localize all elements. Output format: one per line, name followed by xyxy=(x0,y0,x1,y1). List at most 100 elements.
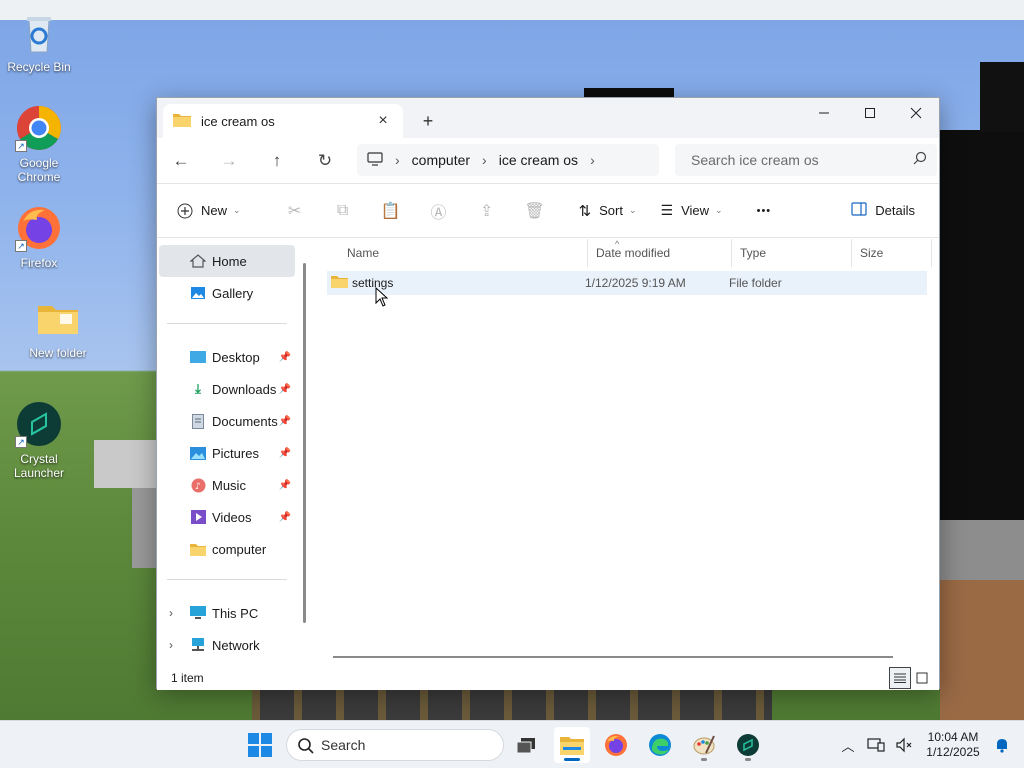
clock[interactable]: 10:04 AM 1/12/2025 xyxy=(918,730,988,760)
search-icon xyxy=(913,151,927,168)
view-label: View xyxy=(681,203,710,218)
breadcrumb[interactable]: › computer › ice cream os › xyxy=(357,144,659,176)
taskbar-paint[interactable] xyxy=(686,727,722,763)
copy-button[interactable]: ⧉ xyxy=(319,194,367,228)
paste-button[interactable]: 📋 xyxy=(367,194,415,228)
pin-icon: 📌 xyxy=(278,479,291,491)
forward-button[interactable]: → xyxy=(205,141,253,181)
shortcut-arrow-icon: ↗ xyxy=(15,240,27,252)
up-button[interactable]: ↑ xyxy=(253,141,301,181)
show-hidden-icons-button[interactable]: ︿ xyxy=(834,731,862,759)
plus-circle-icon xyxy=(177,203,193,218)
taskbar-search[interactable]: Search xyxy=(286,729,504,761)
sidebar-item-documents[interactable]: Documents 📌 xyxy=(159,405,295,437)
item-count: 1 item xyxy=(171,671,204,685)
desktop-icon-label: New folder xyxy=(29,346,87,360)
notifications-button[interactable] xyxy=(988,731,1016,759)
view-button[interactable]: ☰ View ⌄ xyxy=(651,194,733,228)
taskbar-edge[interactable] xyxy=(642,727,678,763)
details-label: Details xyxy=(875,203,915,218)
desktop-icon-recycle-bin[interactable]: Recycle Bin xyxy=(1,8,77,74)
desktop-icon-label: Recycle Bin xyxy=(7,60,71,74)
tiles-view-button[interactable] xyxy=(911,667,933,689)
details-pane-icon xyxy=(851,202,867,219)
new-tab-button[interactable]: + xyxy=(415,108,441,134)
mouse-cursor xyxy=(375,286,389,310)
tab-close-button[interactable]: × xyxy=(373,112,393,130)
music-icon: ♪ xyxy=(189,477,207,493)
taskbar-file-explorer[interactable] xyxy=(554,727,590,763)
paint-palette-icon xyxy=(693,735,715,755)
desktop-icon-crystal-launcher[interactable]: ↗ Crystal Launcher xyxy=(1,400,77,480)
column-header-name[interactable]: Name xyxy=(313,239,588,267)
sidebar-item-home[interactable]: Home xyxy=(159,245,295,277)
title-bar: ice cream os × + xyxy=(157,98,939,138)
delete-button[interactable]: 🗑 xyxy=(511,194,559,228)
maximize-button[interactable] xyxy=(847,98,893,128)
sidebar-item-downloads[interactable]: ⤓ Downloads 📌 xyxy=(159,373,295,405)
breadcrumb-item-computer[interactable]: computer xyxy=(412,152,470,168)
pin-icon: 📌 xyxy=(278,415,291,427)
back-button[interactable]: ← xyxy=(157,141,205,181)
firefox-icon: ↗ xyxy=(15,204,63,252)
sidebar-item-pictures[interactable]: Pictures 📌 xyxy=(159,437,295,469)
task-view-button[interactable] xyxy=(508,727,544,763)
column-header-date-modified[interactable]: Date modified xyxy=(588,239,732,267)
navigation-pane: Home Gallery Desktop 📌 ⤓ Downloads 📌 Doc… xyxy=(157,239,313,665)
sidebar-item-label: Videos xyxy=(212,509,252,525)
desktop-icon-firefox[interactable]: ↗ Firefox xyxy=(1,204,77,270)
table-row[interactable]: settings 1/12/2025 9:19 AM File folder xyxy=(327,271,927,295)
network-status-button[interactable] xyxy=(862,731,890,759)
tab-ice-cream-os[interactable]: ice cream os × xyxy=(163,104,403,138)
sidebar-item-network[interactable]: › Network xyxy=(159,629,295,661)
refresh-button[interactable]: ↻ xyxy=(301,141,349,181)
column-header-type[interactable]: Type xyxy=(732,239,852,267)
chevron-right-icon[interactable]: › xyxy=(169,638,173,652)
sidebar-item-gallery[interactable]: Gallery xyxy=(159,277,295,309)
chevron-right-icon[interactable]: › xyxy=(590,152,595,168)
folder-icon xyxy=(331,275,348,291)
volume-button[interactable] xyxy=(890,731,918,759)
sidebar-item-videos[interactable]: Videos 📌 xyxy=(159,501,295,533)
start-button[interactable] xyxy=(246,731,274,759)
more-options-button[interactable]: ••• xyxy=(747,194,782,228)
horizontal-scrollbar[interactable] xyxy=(333,656,893,658)
view-list-icon: ☰ xyxy=(660,202,674,218)
sidebar-item-this-pc[interactable]: › This PC xyxy=(159,597,295,629)
desktop-icon-label: Firefox xyxy=(20,256,58,270)
tab-title: ice cream os xyxy=(201,113,275,129)
taskbar-firefox[interactable] xyxy=(598,727,634,763)
folder-icon xyxy=(189,541,207,557)
sidebar-item-desktop[interactable]: Desktop 📌 xyxy=(159,341,295,373)
rename-button[interactable]: Ⓐ xyxy=(415,194,463,228)
sidebar-item-computer[interactable]: computer xyxy=(159,533,295,565)
sidebar-item-label: Desktop xyxy=(212,349,260,365)
details-view-button[interactable] xyxy=(889,667,911,689)
running-indicator xyxy=(745,758,751,761)
sidebar-item-label: Gallery xyxy=(212,285,254,301)
search-input[interactable]: Search ice cream os xyxy=(675,144,937,176)
sidebar-item-music[interactable]: ♪ Music 📌 xyxy=(159,469,295,501)
nav-scrollbar[interactable] xyxy=(303,263,306,623)
share-button[interactable]: ⇪ xyxy=(463,194,511,228)
file-type-cell: File folder xyxy=(729,276,782,290)
taskbar-crystal-launcher[interactable] xyxy=(730,727,766,763)
cut-button[interactable]: ✂ xyxy=(271,194,319,228)
volume-muted-icon xyxy=(896,737,912,753)
details-button[interactable]: Details xyxy=(841,194,925,228)
desktop-icon-label: Crystal Launcher xyxy=(13,452,65,480)
desktop-icon-google-chrome[interactable]: ↗ Google Chrome xyxy=(1,104,77,184)
desktop-icon-new-folder[interactable]: New folder xyxy=(20,294,96,360)
pin-icon: 📌 xyxy=(278,447,291,459)
column-header-size[interactable]: Size xyxy=(852,239,932,267)
monitor-icon xyxy=(367,151,383,169)
breadcrumb-item-ice-cream-os[interactable]: ice cream os xyxy=(499,152,578,168)
sidebar-item-label: Music xyxy=(212,477,246,493)
trash-icon: 🗑 xyxy=(524,202,545,220)
scenery-black-wall-right xyxy=(940,130,1024,530)
minimize-button[interactable] xyxy=(801,98,847,128)
chevron-right-icon[interactable]: › xyxy=(169,606,173,620)
new-button[interactable]: New ⌄ xyxy=(167,194,251,228)
sort-button[interactable]: ⇅ Sort ⌄ xyxy=(569,194,647,228)
close-window-button[interactable] xyxy=(893,98,939,128)
